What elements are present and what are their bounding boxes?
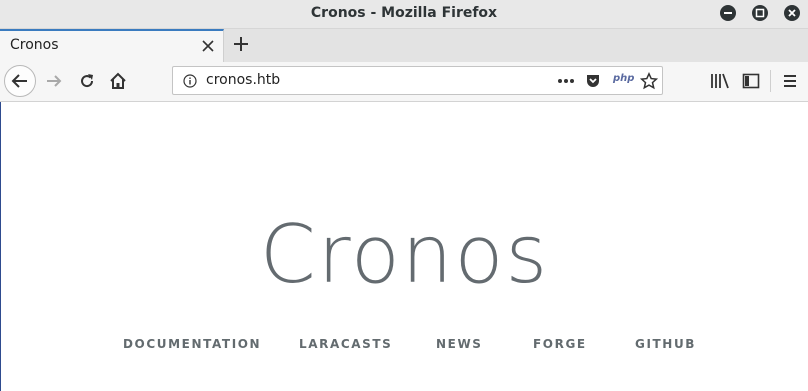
pocket-icon[interactable] [585, 73, 601, 89]
link-laracasts[interactable]: LARACASTS [299, 337, 392, 351]
new-tab-icon[interactable] [232, 35, 250, 53]
close-tab-icon[interactable] [202, 40, 214, 52]
page-actions-icon[interactable] [557, 78, 575, 84]
page-content: Cronos DOCUMENTATION LARACASTS NEWS FORG… [0, 102, 808, 391]
link-forge[interactable]: FORGE [533, 337, 587, 351]
back-button[interactable] [4, 65, 36, 97]
link-github[interactable]: GITHUB [635, 337, 696, 351]
maximize-window-icon[interactable] [752, 5, 768, 21]
link-news[interactable]: NEWS [436, 337, 483, 351]
forward-arrow-icon[interactable] [44, 71, 64, 91]
back-arrow-icon [11, 74, 27, 88]
sidebar-toggle-icon[interactable] [742, 72, 760, 90]
bookmark-star-icon[interactable] [640, 72, 658, 90]
navigation-toolbar: cronos.htb php [0, 62, 808, 102]
tab-cronos[interactable]: Cronos [0, 29, 224, 62]
library-icon[interactable] [710, 72, 730, 90]
hamburger-menu-icon[interactable] [782, 73, 798, 89]
link-documentation[interactable]: DOCUMENTATION [123, 337, 261, 351]
close-window-icon[interactable] [784, 5, 800, 21]
tab-strip: Cronos [0, 29, 808, 62]
tab-label: Cronos [10, 37, 59, 53]
reload-icon[interactable] [77, 71, 97, 91]
page-heading: Cronos [259, 208, 550, 301]
window-title: Cronos - Mozilla Firefox [310, 5, 498, 21]
home-icon[interactable] [108, 71, 128, 91]
site-info-icon[interactable] [183, 74, 197, 88]
address-bar[interactable]: cronos.htb php [172, 66, 663, 95]
window-title-bar: Cronos - Mozilla Firefox [0, 0, 808, 29]
minimize-window-icon[interactable] [720, 5, 736, 21]
php-badge-icon[interactable]: php [613, 73, 634, 84]
url-text[interactable]: cronos.htb [206, 72, 280, 88]
toolbar-separator [770, 70, 771, 92]
